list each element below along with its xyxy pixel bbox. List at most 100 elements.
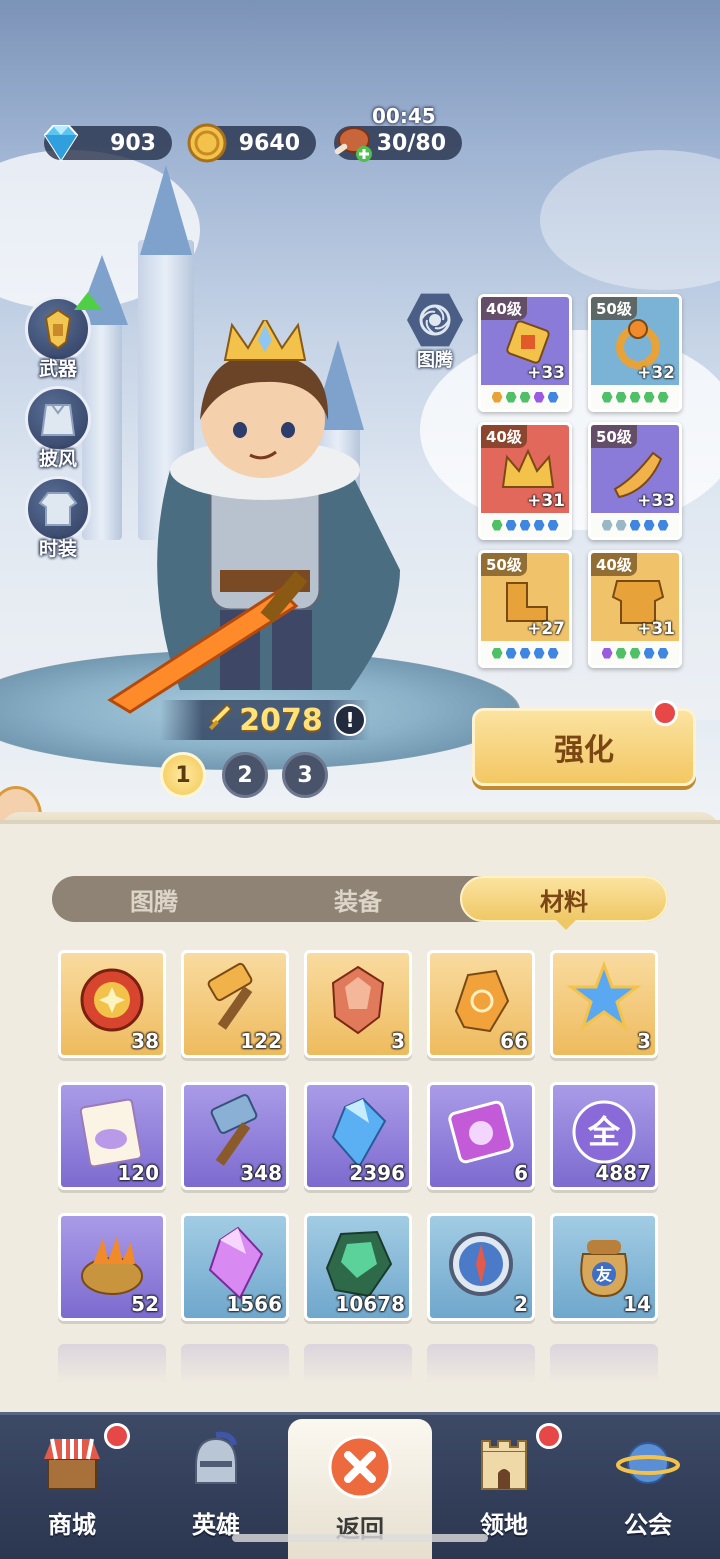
gold-hammer-icon bbox=[196, 961, 274, 1039]
carrot-basket-icon bbox=[73, 1224, 151, 1302]
side-label-costume: 时装 bbox=[38, 538, 77, 560]
material-item[interactable]: 348 bbox=[181, 1082, 289, 1190]
cloak-icon bbox=[25, 386, 91, 452]
gear-gem-slots bbox=[481, 641, 569, 665]
loadout-page-1[interactable]: 1 bbox=[160, 752, 206, 798]
material-count: 4887 bbox=[595, 1161, 651, 1185]
diamond-counter[interactable]: 903 bbox=[43, 125, 172, 162]
gear-slot-3[interactable]: 40级 +31 bbox=[478, 422, 572, 540]
material-item[interactable]: 122 bbox=[181, 950, 289, 1058]
gear-level: 50级 bbox=[591, 297, 637, 320]
side-label-cloak: 披风 bbox=[38, 448, 77, 470]
material-item[interactable]: 友 14 bbox=[550, 1213, 658, 1321]
gear-gem-slots bbox=[591, 385, 679, 409]
gear-slot-6[interactable]: 40级 +31 bbox=[588, 550, 682, 668]
weapon-slot-button[interactable]: 武器 bbox=[22, 292, 102, 381]
material-count: 2 bbox=[514, 1292, 528, 1316]
side-label-weapon: 武器 bbox=[38, 358, 77, 380]
svg-text:全: 全 bbox=[587, 1113, 621, 1151]
castle-icon bbox=[470, 1429, 538, 1497]
material-count: 38 bbox=[131, 1029, 159, 1053]
gem-socket-icon bbox=[491, 391, 503, 403]
gem-socket-icon bbox=[601, 519, 613, 531]
material-count: 120 bbox=[117, 1161, 159, 1185]
gold-counter[interactable]: 9640 bbox=[187, 123, 316, 163]
gem-socket-icon bbox=[491, 519, 503, 531]
material-item[interactable]: 6 bbox=[427, 1082, 535, 1190]
stamina-value: 30/80 bbox=[376, 130, 446, 156]
amber-ore-icon bbox=[442, 961, 520, 1039]
integral-ticket-icon bbox=[73, 1093, 151, 1171]
gear-gem-slots bbox=[591, 641, 679, 665]
gem-socket-icon bbox=[519, 519, 531, 531]
material-item[interactable]: 全 4887 bbox=[550, 1082, 658, 1190]
gear-level: 50级 bbox=[591, 425, 637, 448]
pink-ticket-icon bbox=[442, 1093, 520, 1171]
gear-enhance-level: +33 bbox=[637, 491, 675, 511]
material-item[interactable]: 2396 bbox=[304, 1082, 412, 1190]
material-count: 6 bbox=[514, 1161, 528, 1185]
gear-enhance-level: +27 bbox=[527, 619, 565, 639]
gear-slot-4[interactable]: 50级 +33 bbox=[588, 422, 682, 540]
material-item[interactable]: 2 bbox=[427, 1213, 535, 1321]
gem-socket-icon bbox=[505, 647, 517, 659]
costume-slot-button[interactable]: 时装 bbox=[22, 476, 94, 561]
material-item[interactable]: 66 bbox=[427, 950, 535, 1058]
loadout-page-2[interactable]: 2 bbox=[222, 752, 268, 798]
totem-button[interactable]: 图腾 bbox=[404, 292, 466, 372]
stamina-counter[interactable]: 30/80 bbox=[334, 126, 462, 162]
green-ore-icon bbox=[319, 1224, 397, 1302]
tab-equipment[interactable]: 装备 bbox=[256, 876, 460, 922]
material-item[interactable]: 1566 bbox=[181, 1213, 289, 1321]
more-items-fade bbox=[58, 1344, 662, 1384]
gem-socket-icon bbox=[615, 391, 627, 403]
power-info-button[interactable]: ! bbox=[334, 704, 366, 736]
material-count: 2396 bbox=[349, 1161, 405, 1185]
cloak-slot-button[interactable]: 披风 bbox=[22, 386, 94, 471]
orb-icon: 全 bbox=[565, 1093, 643, 1171]
nav-guild[interactable]: 公会 bbox=[576, 1415, 720, 1559]
material-item[interactable]: 52 bbox=[58, 1213, 166, 1321]
gem-socket-icon bbox=[547, 519, 559, 531]
gem-socket-icon bbox=[519, 391, 531, 403]
gem-socket-icon bbox=[657, 519, 669, 531]
gem-socket-icon bbox=[601, 391, 613, 403]
gear-level: 40级 bbox=[481, 425, 527, 448]
material-item[interactable]: 120 bbox=[58, 1082, 166, 1190]
gem-socket-icon bbox=[657, 391, 669, 403]
material-item[interactable]: 3 bbox=[550, 950, 658, 1058]
svg-text:友: 友 bbox=[596, 1265, 613, 1284]
castle-spire bbox=[140, 165, 192, 255]
hero-character[interactable] bbox=[100, 315, 420, 720]
loadout-page-3[interactable]: 3 bbox=[282, 752, 328, 798]
shop-icon bbox=[38, 1429, 106, 1497]
sword-icon bbox=[207, 703, 233, 737]
gem-socket-icon bbox=[533, 391, 545, 403]
material-item[interactable]: 3 bbox=[304, 950, 412, 1058]
gear-slot-5[interactable]: 50级 +27 bbox=[478, 550, 572, 668]
nav-shop[interactable]: 商城 bbox=[0, 1415, 144, 1559]
gold-coin-icon bbox=[184, 120, 230, 166]
gem-socket-icon bbox=[533, 647, 545, 659]
coin-token-icon bbox=[73, 961, 151, 1039]
diamond-value: 903 bbox=[110, 130, 156, 156]
steel-hammer-icon bbox=[196, 1093, 274, 1171]
tab-materials[interactable]: 材料 bbox=[460, 876, 668, 922]
material-count: 3 bbox=[391, 1029, 405, 1053]
gem-socket-icon bbox=[491, 647, 503, 659]
material-count: 3 bbox=[637, 1029, 651, 1053]
gear-slot-1[interactable]: 40级 +33 bbox=[478, 294, 572, 412]
nav-shop-label: 商城 bbox=[48, 1511, 96, 1539]
material-count: 52 bbox=[131, 1292, 159, 1316]
gear-level: 40级 bbox=[481, 297, 527, 320]
material-count: 10678 bbox=[335, 1292, 405, 1316]
material-item[interactable]: 38 bbox=[58, 950, 166, 1058]
gear-slot-2[interactable]: 50级 +32 bbox=[588, 294, 682, 412]
gear-gem-slots bbox=[591, 513, 679, 537]
material-item[interactable]: 10678 bbox=[304, 1213, 412, 1321]
gear-gem-slots bbox=[481, 385, 569, 409]
gear-enhance-level: +31 bbox=[527, 491, 565, 511]
diamond-icon bbox=[38, 120, 84, 166]
tab-totem[interactable]: 图腾 bbox=[52, 876, 256, 922]
gem-socket-icon bbox=[615, 647, 627, 659]
